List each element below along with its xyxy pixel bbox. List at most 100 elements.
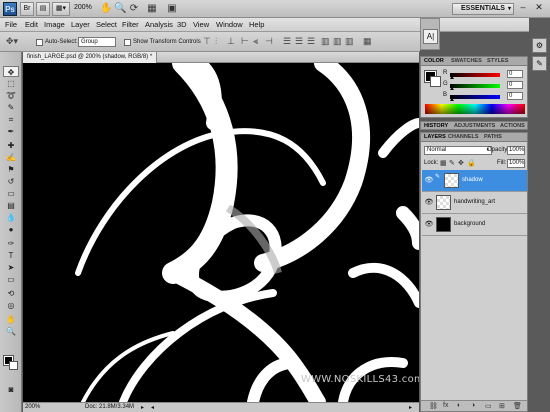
visibility-eye-icon[interactable]: 👁 bbox=[424, 220, 434, 230]
distribute-top-icon[interactable]: ☰ bbox=[283, 36, 291, 47]
align-right-icon[interactable]: ⊣ bbox=[265, 36, 273, 47]
green-value[interactable]: 0 bbox=[507, 81, 523, 89]
lock-all-icon[interactable]: 🔒 bbox=[467, 159, 476, 167]
adjustment-layer-icon[interactable]: ◑ bbox=[471, 402, 475, 409]
green-bar[interactable] bbox=[450, 84, 500, 88]
blue-bar[interactable] bbox=[450, 95, 500, 99]
layer-mask-icon[interactable]: ◐ bbox=[457, 402, 461, 409]
layer-style-icon[interactable]: fx bbox=[443, 402, 448, 409]
menu-edit[interactable]: Edit bbox=[25, 20, 38, 29]
green-slider[interactable]: G 0 bbox=[443, 81, 527, 90]
green-knob[interactable] bbox=[450, 87, 454, 90]
align-left-icon[interactable]: ⊢ bbox=[241, 36, 249, 47]
lasso-tool-icon[interactable]: ➰ bbox=[3, 90, 19, 101]
canvas[interactable]: WWW.NOSKILLS43.com bbox=[23, 63, 419, 402]
menu-layer[interactable]: Layer bbox=[71, 20, 90, 29]
scroll-right-icon[interactable]: ▸ bbox=[409, 404, 412, 411]
layer-row-handwriting-art[interactable]: 👁 handwriting_art bbox=[422, 192, 527, 214]
type-tool-icon[interactable]: T bbox=[3, 250, 19, 261]
close-button[interactable]: ✕ bbox=[534, 2, 544, 14]
align-top-icon[interactable]: ⊤ bbox=[203, 36, 211, 47]
color-spectrum[interactable] bbox=[425, 104, 525, 114]
rotate-view-icon[interactable]: ⟳ bbox=[128, 3, 140, 15]
distribute-hcenter-icon[interactable]: ▥ bbox=[333, 36, 342, 47]
tab-color[interactable]: COLOR bbox=[424, 58, 444, 64]
marquee-tool-icon[interactable]: ⬚ bbox=[3, 78, 19, 89]
menu-filter[interactable]: Filter bbox=[122, 20, 139, 29]
blur-tool-icon[interactable]: 💧 bbox=[3, 212, 19, 223]
tab-history[interactable]: HISTORY bbox=[424, 123, 448, 129]
blue-knob[interactable] bbox=[450, 98, 454, 101]
brush-tool-icon[interactable]: ✍ bbox=[3, 152, 19, 163]
menu-3d[interactable]: 3D bbox=[177, 20, 187, 29]
menu-select[interactable]: Select bbox=[96, 20, 117, 29]
minibridge-button[interactable]: ▤ bbox=[36, 2, 50, 16]
pen-tool-icon[interactable]: ✑ bbox=[3, 238, 19, 249]
align-vcenter-icon[interactable]: ⫶ bbox=[215, 36, 217, 47]
menu-image[interactable]: Image bbox=[44, 20, 65, 29]
opacity-input[interactable]: 100% bbox=[507, 146, 525, 155]
auto-select-checkbox[interactable] bbox=[36, 39, 43, 46]
status-menu-arrow-icon[interactable]: ▸ bbox=[141, 404, 144, 411]
path-selection-tool-icon[interactable]: ➤ bbox=[3, 262, 19, 273]
menu-help[interactable]: Help bbox=[249, 20, 264, 29]
view-extras-button[interactable]: ▦▾ bbox=[52, 2, 70, 16]
blend-mode-dropdown[interactable]: Normal ▾ bbox=[424, 146, 492, 155]
bridge-button[interactable]: Br bbox=[20, 2, 34, 16]
align-bottom-icon[interactable]: ⊥ bbox=[227, 36, 235, 47]
lock-position-icon[interactable]: ✥ bbox=[458, 159, 464, 167]
quick-mask-icon[interactable]: ◙ bbox=[3, 384, 19, 395]
menu-view[interactable]: View bbox=[193, 20, 209, 29]
menu-analysis[interactable]: Analysis bbox=[145, 20, 173, 29]
red-bar[interactable] bbox=[450, 73, 500, 77]
fill-input[interactable]: 100% bbox=[507, 159, 525, 168]
new-group-icon[interactable]: ▭ bbox=[485, 402, 492, 410]
distribute-bottom-icon[interactable]: ☰ bbox=[307, 36, 315, 47]
distribute-vcenter-icon[interactable]: ☰ bbox=[295, 36, 303, 47]
eraser-tool-icon[interactable]: ▭ bbox=[3, 188, 19, 199]
scroll-left-icon[interactable]: ◂ bbox=[151, 404, 154, 411]
red-knob[interactable] bbox=[450, 76, 454, 79]
red-value[interactable]: 0 bbox=[507, 70, 523, 78]
panel-icon-2[interactable]: ✎ bbox=[532, 56, 547, 71]
hand-tool-icon[interactable]: ✋ bbox=[100, 3, 112, 15]
show-transform-checkbox[interactable] bbox=[124, 39, 131, 46]
healing-brush-tool-icon[interactable]: ✚ bbox=[3, 140, 19, 151]
menu-window[interactable]: Window bbox=[216, 20, 243, 29]
dodge-tool-icon[interactable]: ● bbox=[3, 224, 19, 235]
tab-swatches[interactable]: SWATCHES bbox=[451, 58, 482, 64]
tab-styles[interactable]: STYLES bbox=[487, 58, 508, 64]
eyedropper-tool-icon[interactable]: ✒ bbox=[3, 126, 19, 137]
lock-transparency-icon[interactable]: ▦ bbox=[440, 159, 447, 167]
character-panel-icon[interactable]: A| bbox=[423, 29, 438, 44]
status-zoom[interactable]: 200% bbox=[25, 404, 40, 410]
tab-layers[interactable]: LAYERS bbox=[424, 134, 446, 140]
delete-layer-icon[interactable]: 🗑 bbox=[513, 402, 522, 410]
screen-mode-icon[interactable]: ▣ bbox=[166, 3, 178, 15]
zoom-tool-icon[interactable]: 🔍 bbox=[114, 3, 126, 15]
panel-icon-1[interactable]: ⚙ bbox=[532, 38, 547, 53]
document-tab[interactable]: finish_LARGE.psd @ 200% (shadow, RGB/8) … bbox=[23, 52, 158, 63]
new-layer-icon[interactable]: ⊞ bbox=[499, 402, 505, 410]
history-brush-tool-icon[interactable]: ↺ bbox=[3, 176, 19, 187]
distribute-right-icon[interactable]: ▥ bbox=[345, 36, 354, 47]
menu-file[interactable]: File bbox=[5, 20, 17, 29]
arrange-documents-icon[interactable]: ▦ bbox=[146, 3, 158, 15]
crop-tool-icon[interactable]: ⌗ bbox=[3, 114, 19, 125]
zoom-level-select[interactable]: 200% bbox=[74, 4, 92, 11]
3d-rotate-tool-icon[interactable]: ⟲ bbox=[3, 288, 19, 299]
link-layers-icon[interactable]: ⛓ bbox=[429, 402, 438, 410]
minimize-button[interactable]: – bbox=[518, 2, 528, 14]
move-tool-preset-icon[interactable]: ✥▾ bbox=[6, 36, 18, 47]
shape-tool-icon[interactable]: ▭ bbox=[3, 274, 19, 285]
clone-stamp-tool-icon[interactable]: ⚑ bbox=[3, 164, 19, 175]
quick-select-tool-icon[interactable]: ✎ bbox=[3, 102, 19, 113]
red-slider[interactable]: R 0 bbox=[443, 70, 527, 79]
tab-channels[interactable]: CHANNELS bbox=[448, 134, 479, 140]
background-color-swatch[interactable] bbox=[9, 361, 18, 370]
tab-adjustments[interactable]: ADJUSTMENTS bbox=[454, 123, 495, 129]
layer-row-background[interactable]: 👁 background bbox=[422, 214, 527, 236]
workspace-switcher[interactable]: ESSENTIALS ▾ bbox=[452, 3, 514, 15]
layer-row-shadow[interactable]: 👁 ✎ shadow bbox=[422, 170, 527, 192]
auto-align-icon[interactable]: ▦ bbox=[363, 36, 372, 47]
